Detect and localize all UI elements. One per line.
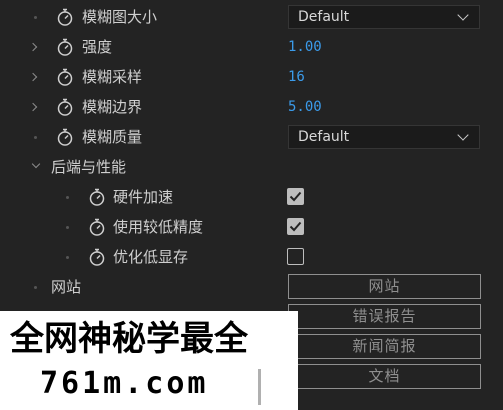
stopwatch-icon[interactable] (87, 247, 107, 267)
blur-border-value[interactable]: 5.00 (288, 92, 322, 122)
stopwatch-icon[interactable] (55, 7, 75, 27)
stopwatch-icon[interactable] (55, 67, 75, 87)
property-label: 模糊图大小 (82, 8, 158, 26)
dropdown-value: Default (298, 129, 350, 145)
stopwatch-icon[interactable] (55, 37, 75, 57)
stopwatch-icon[interactable] (87, 187, 107, 207)
property-label: 优化低显存 (113, 248, 189, 266)
tree-dot (66, 256, 69, 259)
property-row-hardware-acceleration: 硬件加速 (0, 182, 503, 212)
property-label: 网站 (51, 278, 82, 296)
property-row-blur-border: 模糊边界 5.00 (0, 92, 503, 122)
property-label: 强度 (82, 38, 113, 56)
property-label: 模糊边界 (82, 98, 143, 116)
blur-sampling-value[interactable]: 16 (288, 62, 305, 92)
docs-button[interactable]: 文档 (288, 364, 481, 389)
property-row-blur-quality: 模糊质量 Default (0, 122, 503, 152)
property-row-strength: 强度 1.00 (0, 32, 503, 62)
tree-dot (34, 16, 37, 19)
property-row-lower-precision: 使用较低精度 (0, 212, 503, 242)
watermark-domain: 761m.com (40, 366, 209, 401)
watermark-overlay: 全网神秘学最全 761m.com (0, 311, 298, 410)
tree-dot (34, 286, 37, 289)
hardware-acceleration-checkbox[interactable] (287, 188, 304, 205)
news-button[interactable]: 新闻简报 (288, 334, 481, 359)
dropdown-value: Default (298, 9, 350, 25)
tree-dot (66, 196, 69, 199)
chevron-down-icon (457, 129, 469, 141)
property-row-website: 网站 网站 (0, 272, 503, 302)
checkmark-icon (289, 221, 302, 232)
stopwatch-icon[interactable] (55, 127, 75, 147)
tree-dot (34, 136, 37, 139)
property-label: 模糊质量 (82, 128, 143, 146)
property-row-blur-map-size: 模糊图大小 Default (0, 2, 503, 32)
optimize-low-memory-checkbox[interactable] (287, 248, 304, 265)
chevron-right-icon[interactable] (28, 42, 38, 52)
checkmark-icon (289, 191, 302, 202)
chevron-down-icon[interactable] (31, 159, 41, 169)
watermark-title: 全网神秘学最全 (10, 319, 248, 359)
website-button[interactable]: 网站 (288, 274, 481, 299)
chevron-down-icon (457, 9, 469, 21)
stopwatch-icon[interactable] (87, 217, 107, 237)
strength-value[interactable]: 1.00 (288, 32, 322, 62)
property-label: 硬件加速 (113, 188, 174, 206)
blur-quality-dropdown[interactable]: Default (288, 125, 480, 149)
property-row-blur-sampling: 模糊采样 16 (0, 62, 503, 92)
group-label: 后端与性能 (51, 158, 127, 176)
bug-report-button[interactable]: 错误报告 (288, 304, 481, 329)
property-label: 使用较低精度 (113, 218, 204, 236)
property-label: 模糊采样 (82, 68, 143, 86)
watermark-divider (258, 369, 261, 405)
group-row-backend: 后端与性能 (0, 152, 503, 182)
tree-dot (66, 226, 69, 229)
blur-map-size-dropdown[interactable]: Default (288, 5, 480, 29)
property-row-optimize-low-memory: 优化低显存 (0, 242, 503, 272)
chevron-right-icon[interactable] (28, 102, 38, 112)
lower-precision-checkbox[interactable] (287, 218, 304, 235)
stopwatch-icon[interactable] (55, 97, 75, 117)
chevron-right-icon[interactable] (28, 72, 38, 82)
